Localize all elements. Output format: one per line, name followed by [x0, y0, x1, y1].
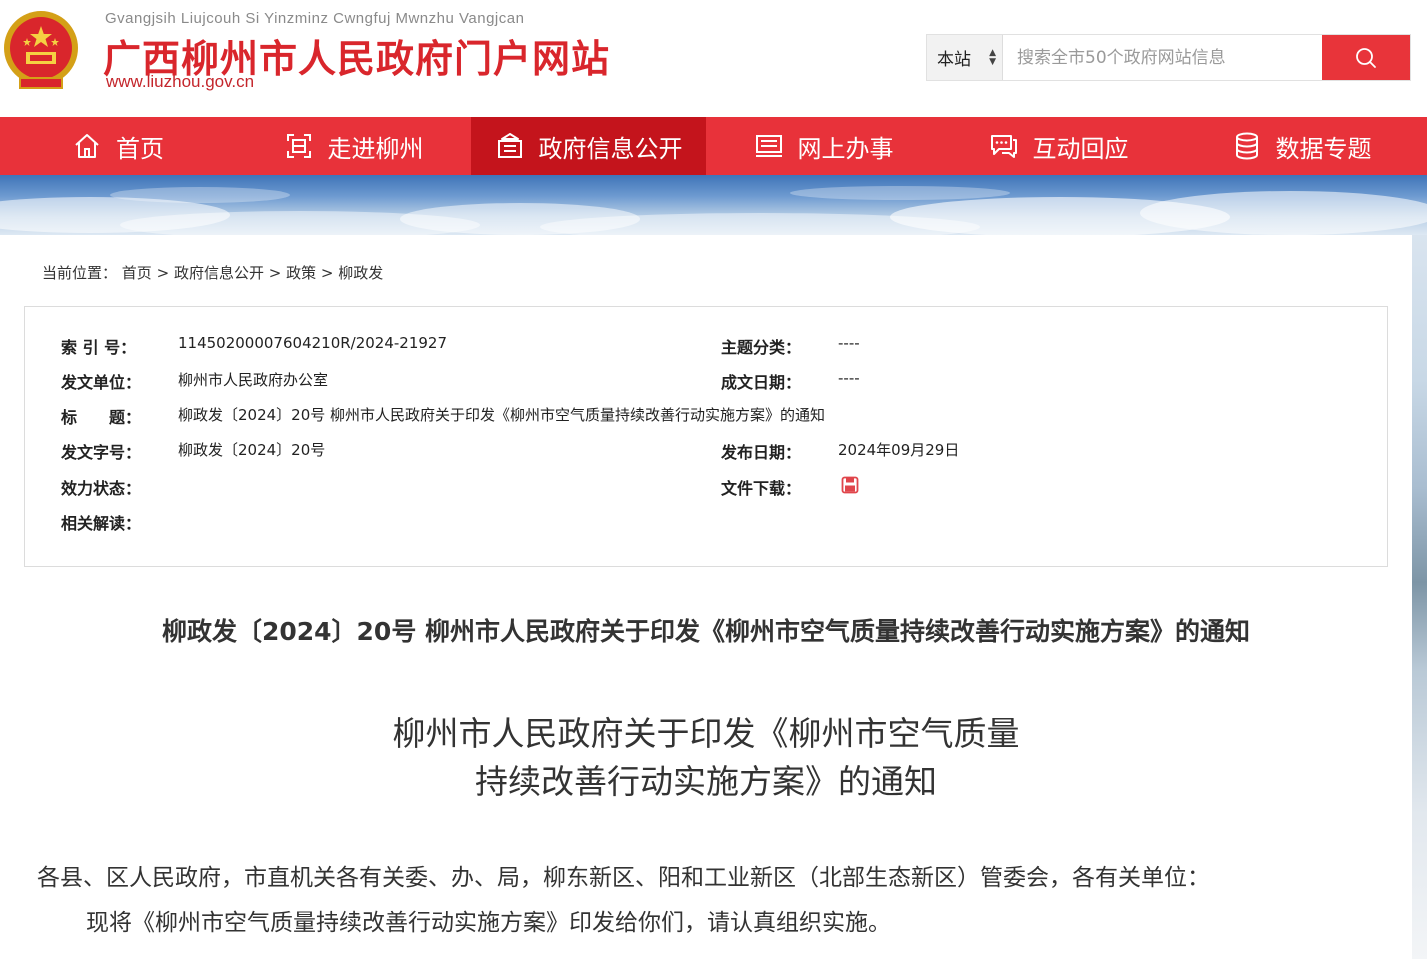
site-url: www.liuzhou.gov.cn [106, 72, 255, 91]
main-nav: 首页 走进柳州 政府信息公开 网上办事 互动回应 数据专题 [0, 117, 1427, 175]
breadcrumb-link-gov-info[interactable]: 政府信息公开 [174, 264, 264, 282]
nav-item-label: 网上办事 [797, 134, 894, 163]
nav-item-label: 首页 [116, 134, 164, 163]
database-icon [1232, 131, 1262, 161]
breadcrumb-link-liuzhengfa[interactable]: 柳政发 [338, 264, 383, 282]
issuer-label: 发文单位： [61, 373, 142, 392]
site-header: Gvangjsih Liujcouh Si Yinzminz Cwngfuj M… [0, 0, 1427, 117]
document-number-label: 发文字号： [61, 443, 142, 462]
index-number-value: 11450200007604210R/2024-21927 [178, 334, 448, 352]
created-date-value: ---- [838, 369, 860, 387]
breadcrumb-link-home[interactable]: 首页 [122, 264, 152, 282]
city-background-image [1412, 235, 1427, 959]
breadcrumb-separator: > [320, 264, 334, 282]
nav-item-data-topics[interactable]: 数据专题 [1176, 117, 1427, 175]
file-download-label: 文件下载： [721, 479, 802, 498]
document-subtitle-line2: 持续改善行动实施方案》的通知 [475, 762, 937, 801]
issuer-value: 柳州市人民政府办公室 [178, 371, 329, 389]
title-label: 标 题： [61, 408, 142, 427]
published-date-label: 发布日期： [721, 443, 802, 462]
document-addressees: 各县、区人民政府，市直机关各有关委、办、局，柳东新区、阳和工业新区（北部生态新区… [37, 865, 1210, 891]
nav-item-label: 走进柳州 [327, 134, 424, 163]
topic-category-label: 主题分类： [721, 338, 802, 357]
topic-category-value: ---- [838, 334, 860, 352]
pdf-download-icon[interactable] [841, 476, 859, 498]
title-value: 柳政发〔2024〕20号 柳州市人民政府关于印发《柳州市空气质量持续改善行动实施… [178, 406, 826, 424]
nav-item-about-liuzhou[interactable]: 走进柳州 [236, 117, 471, 175]
search-scope-select[interactable]: 本站 ▲ ▼ [927, 35, 1003, 80]
nav-item-gov-info[interactable]: 政府信息公开 [471, 117, 706, 175]
updown-arrows-icon: ▲ ▼ [989, 48, 996, 67]
search-scope-label: 本站 [937, 50, 971, 70]
site-latin-name: Gvangjsih Liujcouh Si Yinzminz Cwngfuj M… [105, 10, 525, 27]
document-subtitle-line1: 柳州市人民政府关于印发《柳州市空气质量 [392, 714, 1020, 753]
nav-item-label: 互动回应 [1032, 134, 1129, 163]
index-number-label: 索 引 号： [61, 338, 137, 357]
nav-item-label: 数据专题 [1275, 134, 1372, 163]
search-input[interactable] [1003, 35, 1322, 80]
national-emblem-logo[interactable] [2, 8, 80, 94]
breadcrumb-link-policy[interactable]: 政策 [286, 264, 316, 282]
document-heading: 柳政发〔2024〕20号 柳州市人民政府关于印发《柳州市空气质量持续改善行动实施… [161, 617, 1251, 646]
nav-item-interaction[interactable]: 互动回应 [941, 117, 1176, 175]
breadcrumb-separator: > [268, 264, 282, 282]
document-number-value: 柳政发〔2024〕20号 [178, 441, 326, 459]
document-metadata-panel: 索 引 号： 11450200007604210R/2024-21927 发文单… [24, 306, 1388, 567]
sky-banner-image [0, 175, 1427, 235]
nav-item-online-service[interactable]: 网上办事 [706, 117, 941, 175]
chat-icon [989, 131, 1019, 161]
created-date-label: 成文日期： [721, 373, 802, 392]
search-button[interactable] [1322, 35, 1410, 80]
document-subtitle: 柳州市人民政府关于印发《柳州市空气质量 持续改善行动实施方案》的通知 [0, 710, 1412, 806]
search-bar: 本站 ▲ ▼ [926, 34, 1411, 81]
home-icon [72, 131, 102, 161]
computer-icon [754, 131, 784, 161]
scan-icon [284, 131, 314, 161]
nav-item-home[interactable]: 首页 [0, 117, 236, 175]
document-body-paragraph: 现将《柳州市空气质量持续改善行动实施方案》印发给你们，请认真组织实施。 [86, 910, 891, 936]
validity-status-label: 效力状态： [61, 479, 142, 498]
breadcrumb: 当前位置： 首页 > 政府信息公开 > 政策 > 柳政发 [42, 262, 383, 283]
published-date-value: 2024年09月29日 [838, 441, 960, 459]
breadcrumb-separator: > [156, 264, 170, 282]
search-icon [1356, 47, 1376, 68]
breadcrumb-prefix: 当前位置： [42, 264, 118, 282]
building-icon [495, 131, 525, 161]
nav-item-label: 政府信息公开 [538, 134, 683, 163]
related-interpretation-label: 相关解读： [61, 514, 142, 533]
